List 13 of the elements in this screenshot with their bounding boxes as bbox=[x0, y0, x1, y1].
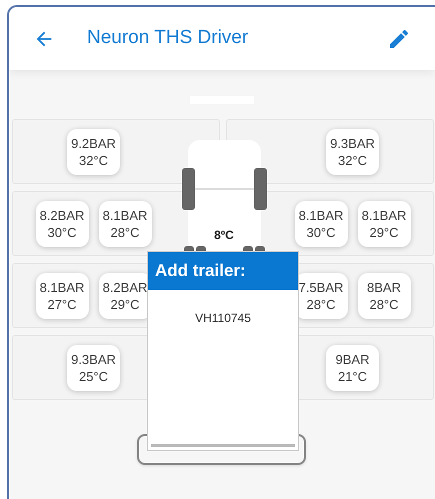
app-title: Neuron THS Driver bbox=[87, 26, 248, 50]
tyre-reading: 8.2BAR 30°C bbox=[36, 200, 88, 246]
tyre-reading: 9BAR 21°C bbox=[326, 344, 379, 390]
tyre-reading: 9.3BAR 32°C bbox=[326, 128, 379, 174]
dialog-title: Add trailer: bbox=[148, 252, 298, 290]
tyre-reading: 8.1BAR 30°C bbox=[294, 200, 348, 246]
tyre-reading: 8BAR 28°C bbox=[358, 272, 410, 318]
tyre-reading: 8.1BAR 29°C bbox=[358, 200, 410, 246]
tyre-reading: 9.2BAR 32°C bbox=[67, 128, 120, 174]
tyre-reading: 8.1BAR 27°C bbox=[36, 272, 88, 318]
tyre-reading: 9.3BAR 25°C bbox=[67, 344, 120, 390]
trailer-option[interactable]: VH110745 bbox=[189, 307, 257, 329]
tyre-reading: 8.1BAR 28°C bbox=[98, 200, 152, 246]
